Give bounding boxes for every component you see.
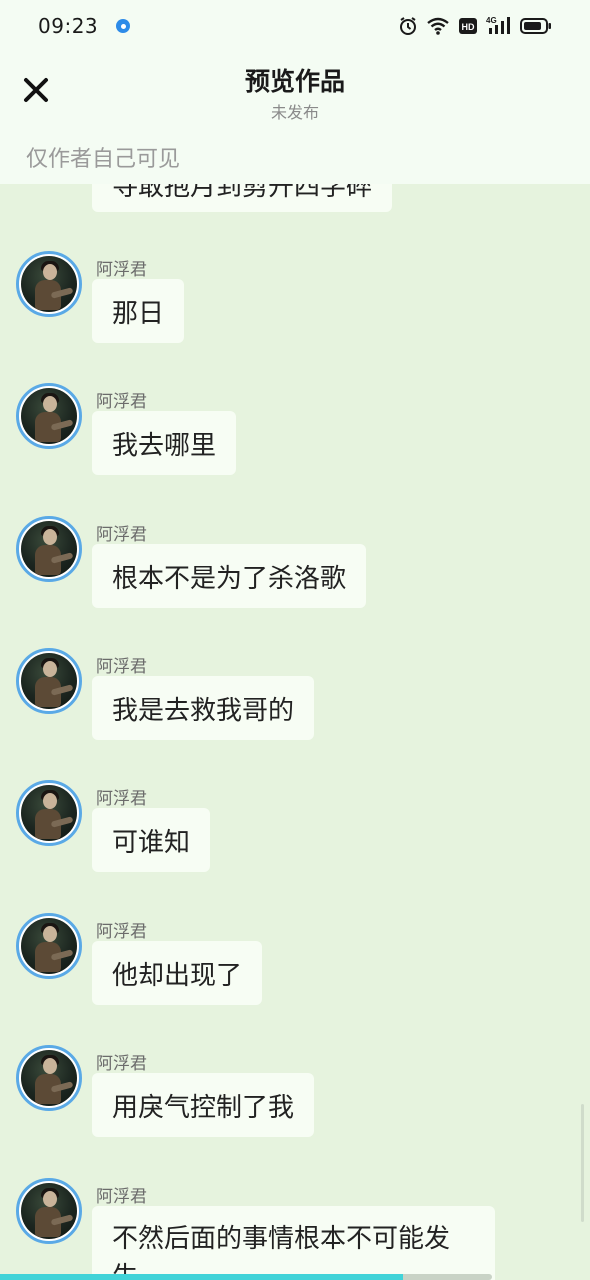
status-icons: HD 4G [398,16,552,36]
sender-name: 阿浮君 [96,789,147,809]
chat-message: 阿浮君 他却出现了 [0,913,590,1033]
4g-signal-icon: 4G [486,16,510,34]
message-bubble[interactable]: 根本不是为了杀洛歌 [92,544,367,608]
chat-message: 阿浮君 那日 [0,251,590,371]
publish-status: 未发布 [270,103,319,122]
avatar[interactable] [16,780,82,846]
message-bubble[interactable]: 用戾气控制了我 [92,1073,315,1137]
status-time: 09:23 [38,14,99,38]
avatar[interactable] [16,251,82,317]
hd-label: HD [462,22,475,32]
network-label: 4G [486,16,497,25]
hd-icon: HD [459,18,477,34]
chat-area[interactable]: 寻敢抱月到剪开四学碎 阿浮君 那日 阿浮君 我去哪里 阿浮君 根本不是为了杀洛歌… [0,184,590,1280]
sender-name: 阿浮君 [96,392,147,412]
avatar[interactable] [16,516,82,582]
avatar[interactable] [16,648,82,714]
chat-message: 阿浮君 根本不是为了杀洛歌 [0,516,590,636]
avatar[interactable] [16,1178,82,1244]
wifi-icon [427,17,449,35]
battery-icon [520,18,551,34]
message-text: 寻敢抱月到剪开四学碎 [112,184,373,202]
message-bubble[interactable]: 我去哪里 [92,411,237,475]
avatar[interactable] [16,1045,82,1111]
scrollbar[interactable] [581,1104,584,1222]
chat-message: 阿浮君 可谁知 [0,780,590,900]
message-bubble[interactable]: 我是去救我哥的 [92,676,315,740]
sender-name: 阿浮君 [96,922,147,942]
message-bubble-partial: 寻敢抱月到剪开四学碎 [92,184,393,212]
chat-message: 阿浮君 不然后面的事情根本不可能发生 [0,1178,590,1280]
sender-name: 阿浮君 [96,657,147,677]
sender-name: 阿浮君 [96,525,147,545]
avatar[interactable] [16,913,82,979]
avatar[interactable] [16,383,82,449]
header: 预览作品 未发布 仅作者自己可见 [0,52,590,184]
chat-message: 阿浮君 我去哪里 [0,383,590,503]
message-bubble[interactable]: 可谁知 [92,808,211,872]
message-bubble[interactable]: 他却出现了 [92,941,263,1005]
chat-message: 阿浮君 用戾气控制了我 [0,1045,590,1165]
chat-message: 阿浮君 我是去救我哥的 [0,648,590,768]
reading-progress-bar[interactable] [0,1274,492,1280]
sender-name: 阿浮君 [96,260,147,280]
alarm-icon [400,17,416,35]
notification-dot-icon [116,19,131,33]
progress-fill [0,1274,404,1280]
sender-name: 阿浮君 [96,1187,147,1207]
sender-name: 阿浮君 [96,1054,147,1074]
message-bubble[interactable]: 那日 [92,279,185,343]
page-title: 预览作品 [244,67,345,96]
visibility-note: 仅作者自己可见 [26,147,181,172]
status-bar: 09:23 HD 4G [0,0,590,52]
message-bubble[interactable]: 不然后面的事情根本不可能发生 [92,1206,495,1280]
